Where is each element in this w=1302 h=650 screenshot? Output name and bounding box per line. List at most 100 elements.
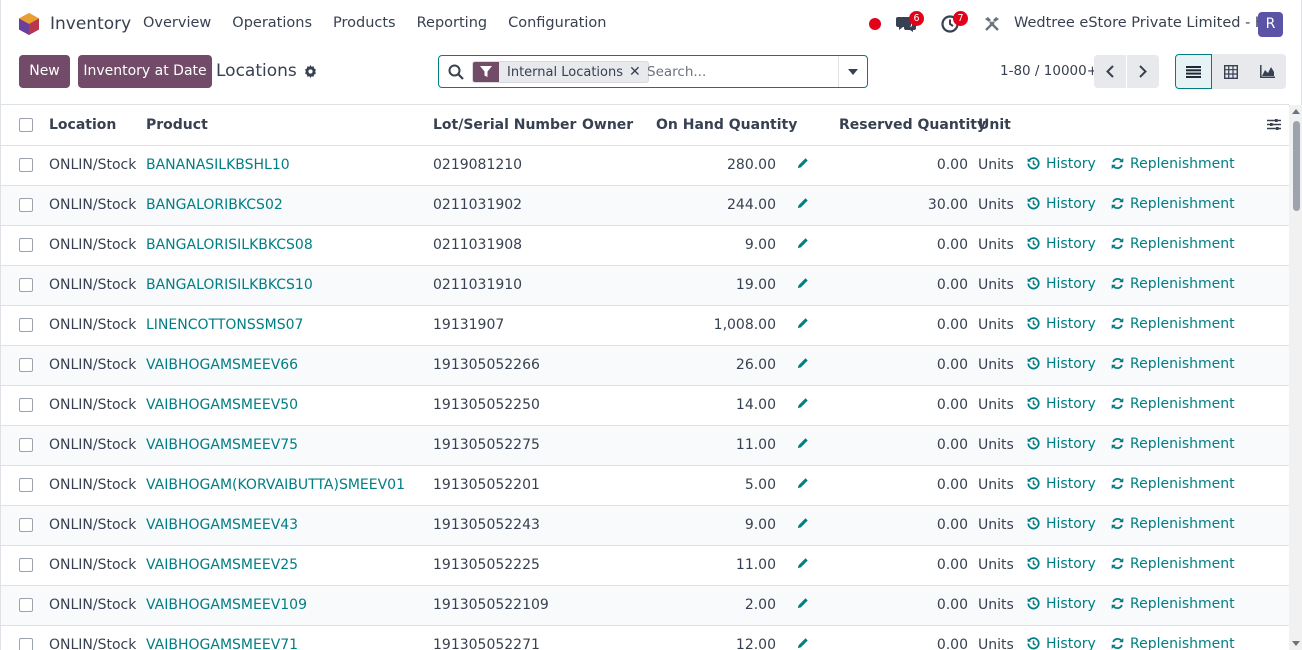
unit-cell[interactable]: Units [976, 425, 1027, 466]
menu-item-overview[interactable]: Overview [143, 15, 211, 31]
on-hand-cell[interactable]: 12.00 [655, 625, 783, 650]
product-link[interactable]: BANANASILKBSHL10 [146, 157, 290, 173]
unit-cell[interactable]: Units [976, 465, 1027, 506]
menu-item-products[interactable]: Products [333, 15, 396, 31]
product-cell[interactable]: BANANASILKBSHL10 [146, 145, 433, 186]
status-indicator-icon[interactable] [869, 18, 881, 30]
location-cell[interactable]: ONLIN/Stock [49, 265, 146, 306]
row-checkbox[interactable] [19, 278, 33, 292]
on-hand-cell[interactable]: 2.00 [655, 585, 783, 626]
history-button[interactable]: History [1027, 316, 1096, 332]
column-header-location[interactable]: Location [49, 105, 146, 146]
product-link[interactable]: VAIBHOGAMSMEEV75 [146, 437, 298, 453]
reserved-cell[interactable]: 0.00 [839, 625, 976, 650]
row-checkbox[interactable] [19, 638, 33, 650]
pencil-icon[interactable] [797, 317, 809, 329]
owner-cell[interactable] [582, 185, 655, 226]
unit-cell[interactable]: Units [976, 585, 1027, 626]
replenishment-button[interactable]: Replenishment [1111, 356, 1235, 372]
row-checkbox[interactable] [19, 158, 33, 172]
history-button[interactable]: History [1027, 596, 1096, 612]
history-button[interactable]: History [1027, 356, 1096, 372]
lot-cell[interactable]: 0219081210 [433, 145, 582, 186]
owner-cell[interactable] [582, 265, 655, 306]
column-header-reserved[interactable]: Reserved Quantity [839, 105, 986, 146]
replenishment-button[interactable]: Replenishment [1111, 556, 1235, 572]
product-cell[interactable]: VAIBHOGAMSMEEV25 [146, 545, 433, 586]
table-row[interactable]: ONLIN/Stock VAIBHOGAMSMEEV66 19130505226… [1, 345, 1289, 386]
owner-cell[interactable] [582, 305, 655, 346]
column-header-owner[interactable]: Owner [582, 105, 655, 146]
table-row[interactable]: ONLIN/Stock BANGALORIBKCS02 0211031902 2… [1, 185, 1289, 226]
lot-cell[interactable]: 191305052271 [433, 625, 582, 650]
on-hand-cell[interactable]: 280.00 [655, 145, 783, 186]
replenishment-button[interactable]: Replenishment [1111, 476, 1235, 492]
location-cell[interactable]: ONLIN/Stock [49, 505, 146, 546]
row-checkbox[interactable] [19, 318, 33, 332]
owner-cell[interactable] [582, 345, 655, 386]
product-cell[interactable]: BANGALORISILKBKCS10 [146, 265, 433, 306]
location-cell[interactable]: ONLIN/Stock [49, 305, 146, 346]
new-button[interactable]: New [19, 55, 70, 88]
history-button[interactable]: History [1027, 476, 1096, 492]
product-link[interactable]: VAIBHOGAMSMEEV50 [146, 397, 298, 413]
lot-cell[interactable]: 0211031908 [433, 225, 582, 266]
product-link[interactable]: LINENCOTTONSSMS07 [146, 317, 303, 333]
pivot-view-button[interactable] [1212, 54, 1249, 89]
row-checkbox[interactable] [19, 358, 33, 372]
owner-cell[interactable] [582, 425, 655, 466]
on-hand-cell[interactable]: 9.00 [655, 225, 783, 266]
debug-tools-icon[interactable] [984, 16, 1000, 32]
product-cell[interactable]: VAIBHOGAMSMEEV75 [146, 425, 433, 466]
on-hand-cell[interactable]: 9.00 [655, 505, 783, 546]
pencil-icon[interactable] [797, 237, 809, 249]
product-cell[interactable]: BANGALORISILKBKCS08 [146, 225, 433, 266]
product-cell[interactable]: VAIBHOGAMSMEEV50 [146, 385, 433, 426]
lot-cell[interactable]: 0211031902 [433, 185, 582, 226]
table-row[interactable]: ONLIN/Stock VAIBHOGAMSMEEV43 19130505224… [1, 505, 1289, 546]
unit-cell[interactable]: Units [976, 345, 1027, 386]
pencil-icon[interactable] [797, 637, 809, 649]
history-button[interactable]: History [1027, 196, 1096, 212]
graph-view-button[interactable] [1249, 54, 1286, 89]
location-cell[interactable]: ONLIN/Stock [49, 225, 146, 266]
row-checkbox[interactable] [19, 438, 33, 452]
reserved-cell[interactable]: 0.00 [839, 385, 976, 426]
owner-cell[interactable] [582, 225, 655, 266]
reserved-cell[interactable]: 0.00 [839, 225, 976, 266]
history-button[interactable]: History [1027, 636, 1096, 650]
list-view-button[interactable] [1175, 54, 1212, 89]
replenishment-button[interactable]: Replenishment [1111, 196, 1235, 212]
replenishment-button[interactable]: Replenishment [1111, 316, 1235, 332]
pencil-icon[interactable] [797, 477, 809, 489]
lot-cell[interactable]: 191305052225 [433, 545, 582, 586]
column-header-unit[interactable]: Unit [976, 105, 1027, 146]
location-cell[interactable]: ONLIN/Stock [49, 585, 146, 626]
location-cell[interactable]: ONLIN/Stock [49, 425, 146, 466]
table-row[interactable]: ONLIN/Stock VAIBHOGAMSMEEV109 1913050522… [1, 585, 1289, 626]
app-name[interactable]: Inventory [50, 14, 131, 34]
product-cell[interactable]: VAIBHOGAM(KORVAIBUTTA)SMEEV01 [146, 465, 433, 506]
table-row[interactable]: ONLIN/Stock BANGALORISILKBKCS10 02110319… [1, 265, 1289, 306]
row-checkbox[interactable] [19, 238, 33, 252]
row-checkbox[interactable] [19, 558, 33, 572]
table-row[interactable]: ONLIN/Stock VAIBHOGAMSMEEV25 19130505222… [1, 545, 1289, 586]
on-hand-cell[interactable]: 244.00 [655, 185, 783, 226]
location-cell[interactable]: ONLIN/Stock [49, 465, 146, 506]
unit-cell[interactable]: Units [976, 545, 1027, 586]
on-hand-cell[interactable]: 14.00 [655, 385, 783, 426]
search-input[interactable] [647, 62, 827, 82]
owner-cell[interactable] [582, 505, 655, 546]
owner-cell[interactable] [582, 145, 655, 186]
inventory-app-icon[interactable] [19, 13, 39, 35]
table-row[interactable]: ONLIN/Stock LINENCOTTONSSMS07 19131907 1… [1, 305, 1289, 346]
scroll-up-arrow-icon[interactable] [1292, 109, 1300, 114]
optional-columns-icon[interactable] [1267, 118, 1281, 131]
table-row[interactable]: ONLIN/Stock VAIBHOGAMSMEEV71 19130505227… [1, 625, 1289, 650]
product-cell[interactable]: BANGALORIBKCS02 [146, 185, 433, 226]
owner-cell[interactable] [582, 625, 655, 650]
row-checkbox[interactable] [19, 398, 33, 412]
replenishment-button[interactable]: Replenishment [1111, 236, 1235, 252]
product-link[interactable]: VAIBHOGAMSMEEV71 [146, 637, 298, 650]
lot-cell[interactable]: 191305052250 [433, 385, 582, 426]
